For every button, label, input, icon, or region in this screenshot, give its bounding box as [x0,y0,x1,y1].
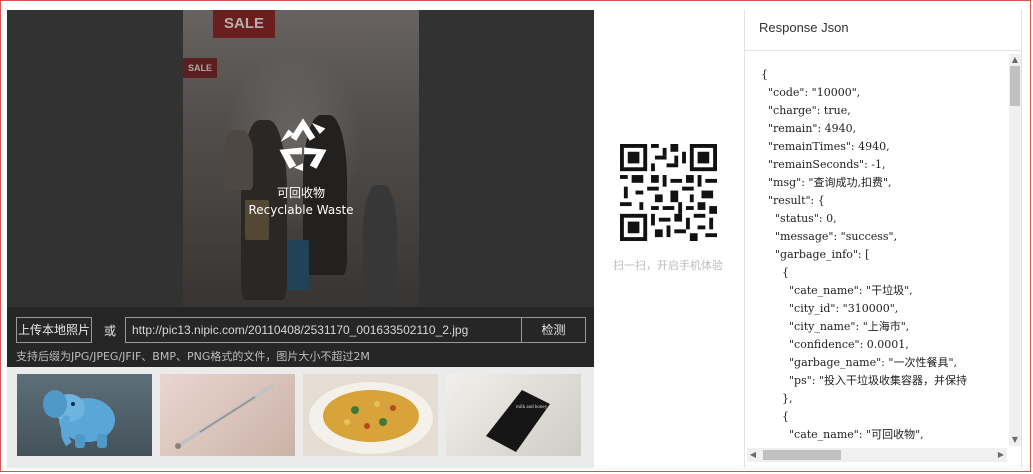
json-line: { [761,68,768,81]
json-line: "status": 0, [774,212,837,225]
preview-image: SALE SALE 可回收物 Recyclable Waste [7,10,594,307]
upload-hint: 支持后缀为JPG/JPEG/JFIF、BMP、PNG格式的文件，图片大小不超过2… [16,350,370,363]
sample-thumb-thermometer[interactable] [160,374,295,456]
qr-code-icon [620,144,717,241]
sample-thumb-matchbook[interactable]: milk and honey [446,374,581,456]
json-line: "confidence": 0.0001, [788,338,909,351]
title-divider [745,50,1022,51]
sample-images: milk and honey [17,374,587,456]
image-url-input[interactable]: http://pic13.nipic.com/20110408/2531170_… [125,317,522,343]
json-line: "msg": "查询成功,扣费", [767,176,892,189]
sample-thumb-fried-rice[interactable] [303,374,438,456]
thermometer [175,384,274,449]
detect-button[interactable]: 检测 [521,317,586,343]
qr-caption: 扫一扫，开启手机体验 [613,259,723,272]
response-json-text[interactable]: { "code": "10000", "charge": true, "rema… [761,66,1009,446]
upload-local-photo-button[interactable]: 上传本地照片 [16,317,92,343]
json-line: { [781,410,789,423]
matchbook: milk and honey [486,390,550,452]
fried-rice [309,382,433,454]
json-line: "remainTimes": 4940, [767,140,890,153]
scroll-up-icon[interactable]: ▲ [1009,54,1021,66]
json-line: "message": "success", [774,230,898,243]
vertical-scrollbar[interactable]: ▲ ▼ [1009,54,1021,446]
json-line: "ps": "投入干垃圾收集容器，并保持 [788,374,968,387]
recycle-icon [279,118,327,171]
horizontal-scrollbar[interactable]: ◀ ▶ [747,448,1007,462]
json-line: "code": "10000", [767,86,861,99]
category-name-en: Recyclable Waste [248,203,354,217]
json-line: "charge": true, [767,104,851,117]
json-line: "city_name": "上海市", [788,320,910,333]
image-demo-panel: SALE SALE 可回收物 Recyclable Waste 上传本地照片 或… [7,10,594,468]
json-line: "city_id": "310000", [788,302,899,315]
json-line: "cate_name": "干垃圾", [788,284,913,297]
response-title: Response Json [759,20,849,35]
or-label: 或 [104,324,117,338]
json-line: "remain": 4940, [767,122,857,135]
horizontal-scroll-thumb[interactable] [763,450,841,460]
sample-thumb-elephant[interactable] [17,374,152,456]
scroll-left-icon[interactable]: ◀ [747,448,759,462]
scroll-down-icon[interactable]: ▼ [1009,434,1021,446]
response-json-panel: Response Json { "code": "10000", "charge… [744,10,1022,468]
json-line: "remainSeconds": -1, [767,158,886,171]
upload-bar: 上传本地照片 或 http://pic13.nipic.com/20110408… [7,307,594,367]
vertical-scroll-thumb[interactable] [1010,66,1020,106]
matchbook-label: milk and honey [516,405,548,410]
json-line: "result": { [767,194,825,207]
json-line: "garbage_info": [ [774,248,870,261]
json-line: { [781,266,789,279]
category-name-cn: 可回收物 [276,186,325,200]
json-line: }, [781,392,793,405]
json-line: "cate_name": "可回收物", [761,428,924,441]
scroll-right-icon[interactable]: ▶ [995,448,1007,462]
blue-elephant-toy [43,390,115,448]
json-line: "garbage_name": "一次性餐具", [788,356,958,369]
